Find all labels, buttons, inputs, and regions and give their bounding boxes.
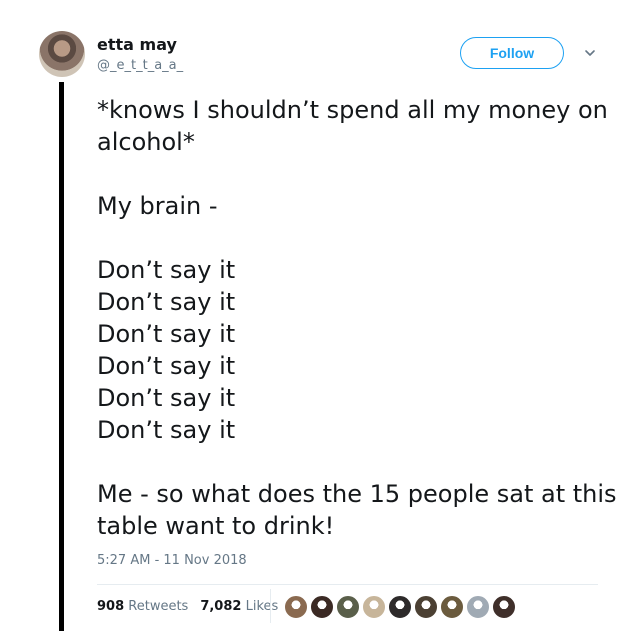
tweet-timestamp[interactable]: 5:27 AM - 11 Nov 2018 <box>97 553 247 568</box>
liker-avatar[interactable] <box>466 595 490 619</box>
liker-avatar[interactable] <box>336 595 360 619</box>
thread-line <box>59 82 64 631</box>
follow-button[interactable]: Follow <box>460 37 564 69</box>
stats-divider <box>97 584 598 585</box>
liker-avatar[interactable] <box>414 595 438 619</box>
author-handle[interactable]: @_e_t_t_a_a_ <box>97 58 183 73</box>
retweets-count: 908 <box>97 599 125 614</box>
liker-avatar[interactable] <box>388 595 412 619</box>
liker-avatar[interactable] <box>440 595 464 619</box>
liker-avatar[interactable] <box>310 595 334 619</box>
tweet-stats: 908 Retweets 7,082 Likes <box>97 599 278 614</box>
tweet-text: *knows I shouldn’t spend all my money on… <box>97 96 617 540</box>
liker-avatar[interactable] <box>284 595 308 619</box>
likes-label: Likes <box>245 599 279 614</box>
chevron-down-icon[interactable] <box>583 46 597 60</box>
likes-stat[interactable]: 7,082 Likes <box>200 599 278 614</box>
liker-avatar[interactable] <box>492 595 516 619</box>
retweets-stat[interactable]: 908 Retweets <box>97 599 188 614</box>
retweets-label: Retweets <box>128 599 189 614</box>
likes-count: 7,082 <box>200 599 242 614</box>
liker-avatars <box>284 595 518 619</box>
stats-separator <box>270 589 271 623</box>
author-display-name[interactable]: etta may <box>97 35 177 54</box>
avatar[interactable] <box>39 31 85 77</box>
liker-avatar[interactable] <box>362 595 386 619</box>
